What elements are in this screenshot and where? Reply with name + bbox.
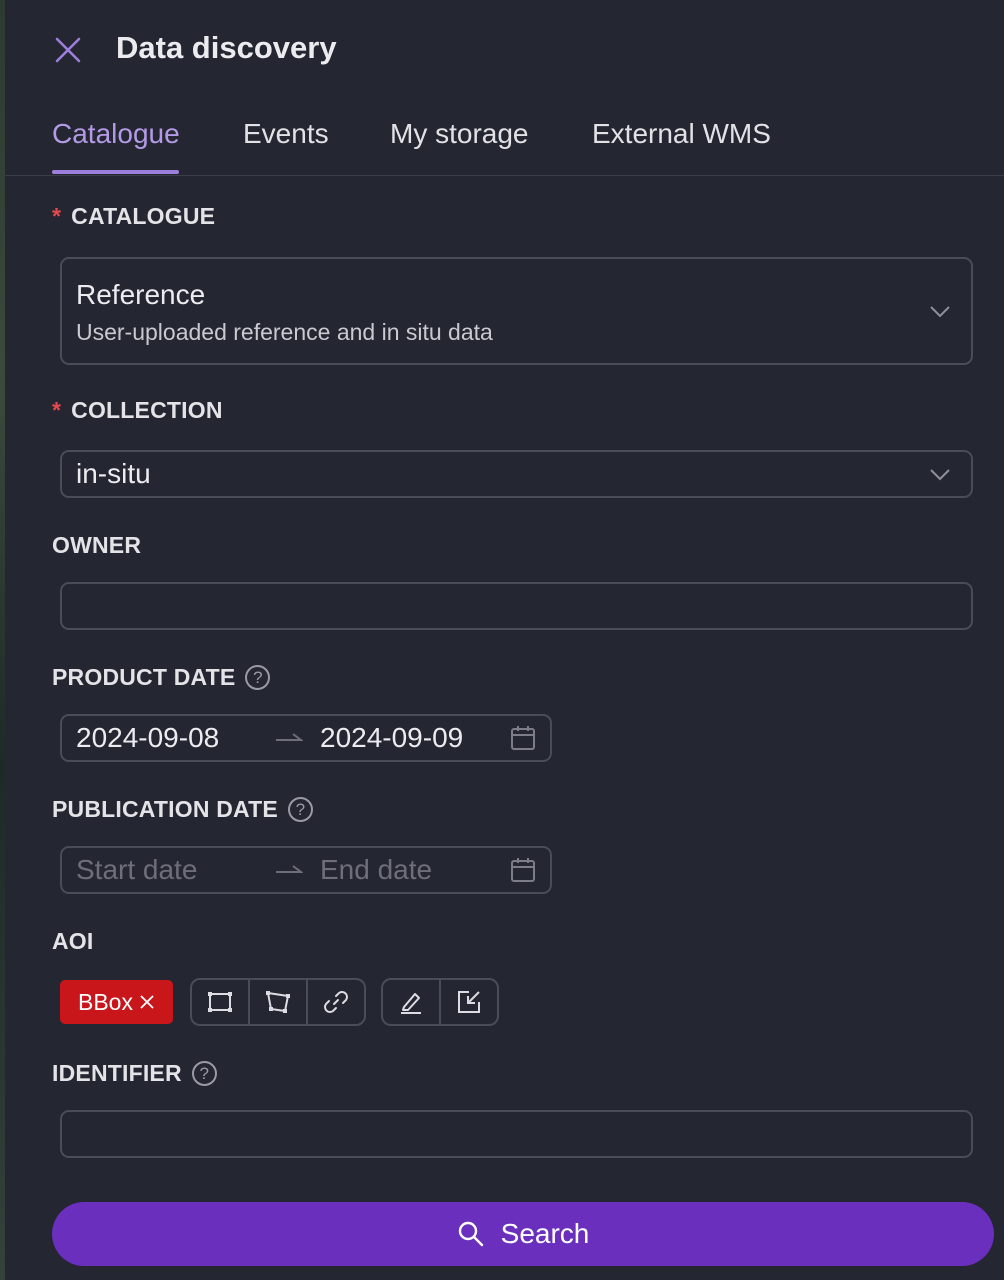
product-date-label-text: PRODUCT DATE: [52, 664, 236, 690]
panel-header: Data discovery: [5, 0, 1004, 100]
tab-external-wms[interactable]: External WMS: [592, 118, 771, 150]
panel-title: Data discovery: [116, 30, 337, 65]
required-mark: *: [52, 203, 62, 229]
draw-rectangle-button[interactable]: [192, 980, 250, 1024]
tab-events[interactable]: Events: [243, 118, 329, 150]
catalogue-select[interactable]: Reference User-uploaded reference and in…: [60, 257, 973, 365]
aoi-edit-tools: [381, 978, 499, 1026]
calendar-icon[interactable]: [510, 857, 536, 883]
polygon-icon: [266, 991, 290, 1013]
product-date-end[interactable]: 2024-09-09: [320, 722, 490, 754]
tab-my-storage[interactable]: My storage: [390, 118, 529, 150]
link-aoi-button[interactable]: [308, 980, 364, 1024]
bbox-chip[interactable]: BBox: [60, 980, 173, 1024]
product-date-start[interactable]: 2024-09-08: [76, 722, 246, 754]
publication-date-end[interactable]: End date: [320, 854, 490, 886]
required-mark: *: [52, 397, 62, 423]
search-button-label: Search: [500, 1218, 590, 1249]
data-discovery-panel: Data discovery Catalogue Events My stora…: [5, 0, 1004, 1280]
publication-date-label: PUBLICATION DATE ?: [52, 796, 313, 823]
edit-aoi-button[interactable]: [383, 980, 441, 1024]
help-icon[interactable]: ?: [287, 797, 313, 822]
arrow-right-icon: [276, 733, 303, 741]
link-icon: [324, 991, 348, 1013]
identifier-label: IDENTIFIER ?: [52, 1060, 217, 1087]
chevron-down-icon: [930, 469, 950, 481]
identifier-input[interactable]: [60, 1110, 973, 1158]
catalogue-label: * CATALOGUE: [52, 203, 215, 230]
bbox-chip-label: BBox: [78, 988, 133, 1015]
catalogue-description: User-uploaded reference and in situ data: [76, 319, 493, 345]
publication-date-label-text: PUBLICATION DATE: [52, 796, 278, 822]
close-icon[interactable]: [139, 994, 155, 1010]
owner-input[interactable]: [60, 582, 973, 630]
aoi-label: AOI: [52, 928, 94, 954]
tab-catalogue[interactable]: Catalogue: [52, 118, 180, 150]
arrow-right-icon: [276, 865, 303, 873]
collection-label: * COLLECTION: [52, 397, 223, 424]
help-icon[interactable]: ?: [245, 665, 271, 690]
rectangle-icon: [208, 992, 232, 1012]
aoi-draw-tools: [190, 978, 366, 1026]
search-button[interactable]: Search: [52, 1202, 994, 1266]
chevron-down-icon: [930, 306, 950, 318]
tab-bar: Catalogue Events My storage External WMS: [5, 100, 1004, 176]
publication-date-range: Start date End date: [60, 846, 552, 894]
edit-icon: [401, 993, 421, 1014]
collection-label-text: COLLECTION: [71, 397, 223, 423]
catalogue-value: Reference: [76, 279, 206, 310]
help-icon[interactable]: ?: [191, 1061, 217, 1086]
close-button[interactable]: [52, 34, 84, 66]
product-date-range: 2024-09-08 2024-09-09: [60, 714, 552, 762]
collection-select[interactable]: in-situ: [60, 450, 973, 498]
calendar-icon[interactable]: [510, 725, 536, 751]
active-tab-indicator: [52, 170, 179, 174]
import-aoi-button[interactable]: [441, 980, 497, 1024]
catalogue-label-text: CATALOGUE: [71, 203, 216, 229]
import-icon: [458, 991, 480, 1013]
product-date-label: PRODUCT DATE ?: [52, 664, 271, 691]
close-icon: [55, 37, 81, 63]
owner-label: OWNER: [52, 532, 142, 558]
publication-date-start[interactable]: Start date: [76, 854, 246, 886]
identifier-label-text: IDENTIFIER: [52, 1060, 182, 1086]
collection-value: in-situ: [76, 458, 151, 489]
search-icon: [458, 1221, 483, 1247]
draw-polygon-button[interactable]: [250, 980, 308, 1024]
